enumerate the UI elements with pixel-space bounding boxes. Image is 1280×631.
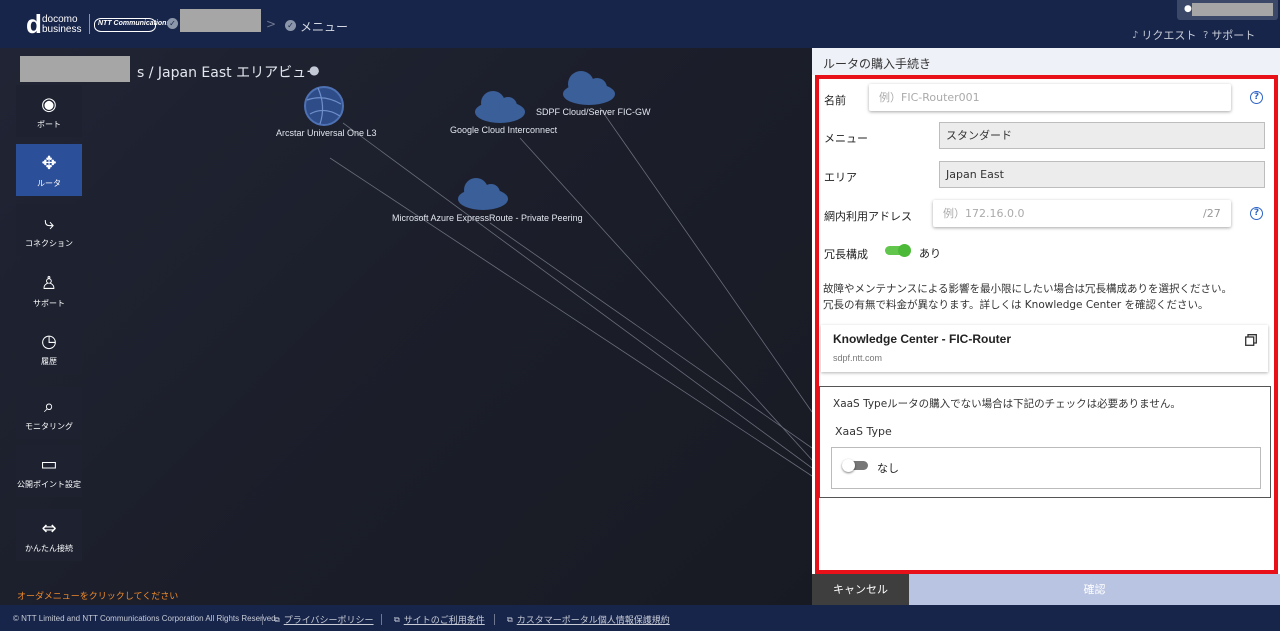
bell-icon: ♪ xyxy=(1132,29,1139,41)
node-label-arcstar[interactable]: Arcstar Universal One L3 xyxy=(276,128,377,138)
check-circle-icon: ✓ xyxy=(285,20,296,31)
customer-privacy-label: カスタマーポータル個人情報保護規約 xyxy=(516,616,670,626)
sidebar-item-label: ルータ xyxy=(37,179,61,188)
breadcrumb-tenant-redacted[interactable] xyxy=(180,9,261,32)
footer-divider xyxy=(381,614,382,625)
sidebar-item-public-point[interactable]: ▭ 公開ポイント設定 xyxy=(16,445,82,497)
logo-text-business: business xyxy=(42,24,82,35)
request-link[interactable]: ♪ リクエスト xyxy=(1132,27,1196,43)
connection-line xyxy=(342,122,812,469)
sidebar-item-label: コネクション xyxy=(25,239,73,248)
area-view: s / Japan East エリアビュー ● Arcstar Universa… xyxy=(0,48,812,605)
connection-line xyxy=(519,137,812,461)
external-link-icon: ⧉ xyxy=(507,614,513,624)
globe-icon xyxy=(304,86,344,126)
sidebar-item-label: ポート xyxy=(37,120,61,129)
support-link[interactable]: ? サポート xyxy=(1203,27,1255,43)
top-header: d docomo business NTT Communications ✓ >… xyxy=(0,0,1280,48)
easy-connect-icon: ⇔ xyxy=(41,518,57,539)
footer-divider xyxy=(262,614,263,625)
node-label-sdpf[interactable]: SDPF Cloud/Server FIC-GW xyxy=(536,107,651,117)
port-icon: ◉ xyxy=(41,94,57,115)
sidebar-item-connection[interactable]: ⤷ コネクション xyxy=(16,204,82,256)
sidebar-item-support[interactable]: ♙ サポート xyxy=(16,264,82,316)
ntt-communications-logo: NTT Communications xyxy=(94,18,170,32)
privacy-policy-label: プライバシーポリシー xyxy=(283,616,374,626)
footer-divider xyxy=(494,614,495,625)
customer-privacy-link[interactable]: ⧉ カスタマーポータル個人情報保護規約 xyxy=(507,613,670,627)
order-menu-hint: オーダメニューをクリックしてください xyxy=(17,592,179,602)
sidebar-item-history[interactable]: ◷ 履歴 xyxy=(16,322,82,374)
router-icon: ✥ xyxy=(41,153,57,174)
sidebar-item-label: サポート xyxy=(33,299,65,308)
cancel-button[interactable]: キャンセル xyxy=(812,574,909,605)
copyright: © NTT Limited and NTT Communications Cor… xyxy=(13,614,278,623)
user-name-redacted xyxy=(1192,3,1273,16)
sidebar-item-label: 公開ポイント設定 xyxy=(17,480,81,489)
sidebar-item-monitoring[interactable]: ⌕ モニタリング xyxy=(16,387,82,439)
sidebar-item-easy-connect[interactable]: ⇔ かんたん接続 xyxy=(16,509,82,561)
monitoring-icon: ⌕ xyxy=(43,396,55,417)
footer: © NTT Limited and NTT Communications Cor… xyxy=(0,605,1280,631)
check-circle-icon: ✓ xyxy=(167,18,178,29)
sidebar-item-label: 履歴 xyxy=(41,357,57,366)
user-menu-button[interactable]: ● xyxy=(1177,0,1278,20)
support-label: サポート xyxy=(1211,29,1256,42)
sidebar-item-label: かんたん接続 xyxy=(25,544,73,553)
connection-icon: ⤷ xyxy=(43,213,55,234)
request-label: リクエスト xyxy=(1141,29,1197,42)
ntt-logo-text: NTT Communications xyxy=(98,20,171,27)
cloud-icon xyxy=(458,178,508,210)
terms-label: サイトのご利用条件 xyxy=(403,616,485,626)
sidebar-item-port[interactable]: ◉ ポート xyxy=(16,85,82,137)
node-label-azure[interactable]: Microsoft Azure ExpressRoute - Private P… xyxy=(392,213,583,223)
external-link-icon: ⧉ xyxy=(394,614,400,624)
highlight-frame xyxy=(815,75,1278,574)
breadcrumb-menu[interactable]: メニュー xyxy=(300,18,348,35)
cloud-icon xyxy=(475,91,525,123)
public-point-icon: ▭ xyxy=(40,454,58,475)
header-divider xyxy=(89,14,90,34)
logo-mark: d xyxy=(26,9,42,39)
sidebar-item-router[interactable]: ✥ ルータ xyxy=(16,144,82,196)
connection-line xyxy=(329,157,812,477)
panel-title: ルータの購入手続き xyxy=(823,57,932,71)
support-icon: ♙ xyxy=(40,273,58,294)
connection-line xyxy=(599,107,812,413)
history-icon: ◷ xyxy=(41,331,57,352)
user-icon: ● xyxy=(1184,4,1192,14)
help-icon: ? xyxy=(1203,29,1209,41)
external-link-icon: ⧉ xyxy=(274,614,280,624)
breadcrumb-separator: > xyxy=(266,17,277,31)
node-label-google[interactable]: Google Cloud Interconnect xyxy=(450,125,557,135)
connection-line xyxy=(489,222,812,449)
privacy-policy-link[interactable]: ⧉ プライバシーポリシー xyxy=(274,613,374,627)
sidebar-item-label: モニタリング xyxy=(25,422,73,431)
confirm-button[interactable]: 確認 xyxy=(909,574,1280,605)
network-map xyxy=(304,71,812,477)
docomo-business-logo[interactable]: d docomo business xyxy=(26,9,86,39)
terms-link[interactable]: ⧉ サイトのご利用条件 xyxy=(394,613,485,627)
panel-header: ルータの購入手続き xyxy=(812,48,1280,75)
cloud-icon xyxy=(563,71,615,105)
connection-lines xyxy=(329,107,812,477)
